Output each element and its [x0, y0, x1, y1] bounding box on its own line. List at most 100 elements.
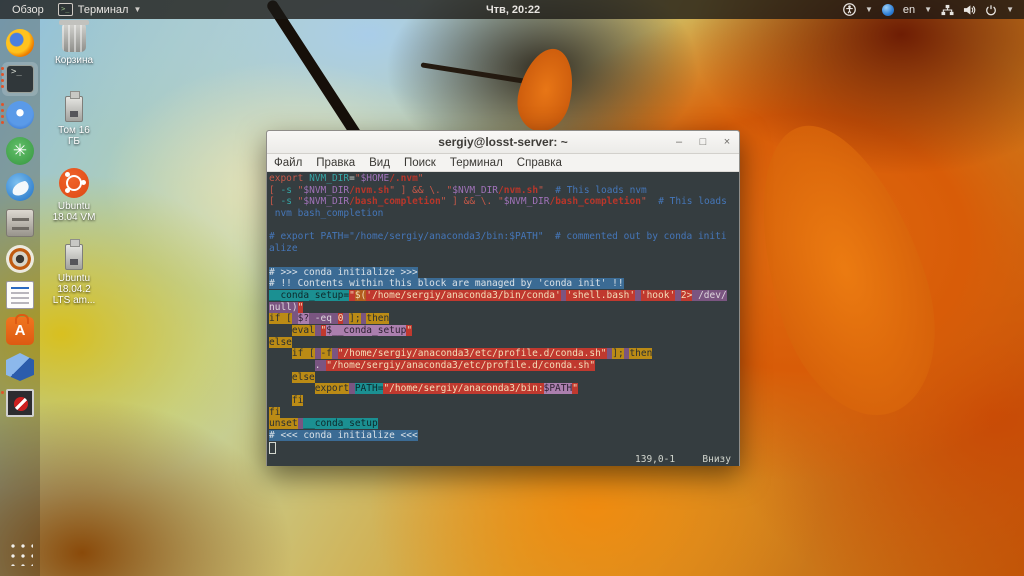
- code-segment: fi: [291, 395, 304, 407]
- code-segment: __conda_setup=: [269, 289, 350, 301]
- activities-button[interactable]: Обзор: [12, 4, 44, 16]
- code-segment: $NVM_DIR: [303, 184, 350, 196]
- dock-item-chromium[interactable]: [0, 100, 40, 134]
- terminal-line: # >>> conda initialize >>>: [269, 266, 739, 279]
- dock-item-files[interactable]: [0, 208, 40, 242]
- code-segment: $NVM_DIR: [503, 196, 550, 208]
- code-segment: $NVM_DIR: [452, 184, 499, 196]
- menu-item[interactable]: Вид: [362, 157, 397, 169]
- code-segment: $HOME: [360, 173, 390, 184]
- terminal-screen[interactable]: export NVM_DIR="$HOME/.nvm"[ -s "$NVM_DI…: [267, 172, 739, 466]
- desktop-icon-usb2[interactable]: Ubuntu 18.04.2 LTS am...: [42, 239, 106, 306]
- menu-item[interactable]: Поиск: [397, 157, 443, 169]
- code-segment: /bash_completion: [349, 196, 441, 208]
- code-segment: fi: [269, 406, 281, 418]
- dock-item-virtualbox[interactable]: [0, 352, 40, 386]
- terminal-mini-icon: >_: [57, 3, 73, 16]
- terminal-line: nvm bash_completion: [269, 208, 739, 220]
- vim-statusline: 139,0-1 Внизу: [267, 454, 739, 466]
- terminal-line: fi: [269, 406, 739, 419]
- code-segment: unset: [269, 418, 298, 430]
- code-segment: else: [269, 336, 292, 348]
- chevron-down-icon: ▼: [924, 5, 933, 14]
- dock-item-firefox[interactable]: [0, 28, 40, 62]
- code-segment: $NVM_DIR: [303, 196, 350, 208]
- anaconda-navigator-icon: ✳: [6, 137, 34, 165]
- restricted-app-icon: [6, 389, 34, 417]
- window-titlebar[interactable]: sergiy@losst-server: ~ – □ ×: [267, 131, 739, 154]
- terminal-line: # <<< conda initialize <<<: [269, 430, 739, 442]
- menu-item[interactable]: Правка: [309, 157, 362, 169]
- close-button[interactable]: ×: [721, 136, 733, 148]
- window-controls: – □ ×: [673, 131, 733, 153]
- code-segment: ": [572, 383, 578, 395]
- code-segment: export: [314, 383, 350, 395]
- code-segment: 'shell.bash': [566, 289, 636, 301]
- code-segment: then: [629, 348, 653, 360]
- menu-item[interactable]: Файл: [267, 157, 309, 169]
- dock-item-rhythmbox[interactable]: [0, 244, 40, 278]
- desktop-icon-label: 18.04.2: [57, 284, 91, 295]
- dock-item-thunderbird[interactable]: [0, 172, 40, 206]
- clock[interactable]: Чтв, 20:22: [486, 4, 540, 16]
- accessibility-icon[interactable]: [843, 3, 856, 16]
- code-segment: NVM_DIR: [309, 173, 350, 184]
- code-segment: # <<< conda initialize <<<: [269, 430, 418, 442]
- volume-icon[interactable]: [963, 4, 976, 16]
- usb-drive-icon: [65, 91, 83, 122]
- code-segment: ];: [612, 348, 624, 360]
- code-segment: ];: [349, 313, 361, 325]
- menu-item[interactable]: Справка: [510, 157, 569, 169]
- desktop-icon-usb[interactable]: Том 16 ГБ: [42, 91, 106, 147]
- code-segment: [291, 313, 298, 325]
- code-segment: # export PATH="/home/sergiy/anaconda3/bi…: [269, 231, 727, 243]
- code-segment: ": [349, 289, 355, 301]
- dock-item-restricted[interactable]: [0, 388, 40, 422]
- app-menu[interactable]: >_ Терминал ▼: [57, 3, 141, 16]
- show-applications-button[interactable]: [7, 540, 33, 566]
- network-icon[interactable]: [941, 4, 954, 16]
- autumn-leaf: [727, 104, 963, 436]
- code-segment: "/home/sergiy/anaconda3/etc/profile.d/co…: [337, 348, 607, 360]
- menu-item[interactable]: Терминал: [443, 157, 510, 169]
- dock-item-terminal[interactable]: >_: [0, 62, 40, 98]
- dock-item-anaconda[interactable]: ✳: [0, 136, 40, 170]
- code-segment: /nvm.sh: [498, 184, 539, 196]
- terminal-cursor: [269, 441, 276, 454]
- running-indicator-dots: [1, 391, 4, 394]
- dock-item-writer[interactable]: [0, 280, 40, 314]
- blue-indicator-icon[interactable]: [881, 3, 894, 16]
- code-segment: # !! Contents within this block are mana…: [269, 278, 624, 290]
- desktop-icon-trash[interactable]: Корзина: [42, 20, 106, 66]
- dock-item-software[interactable]: A: [0, 314, 40, 350]
- chevron-down-icon: ▼: [1006, 5, 1014, 14]
- file-cabinet-icon: [6, 209, 34, 237]
- power-icon[interactable]: [985, 4, 997, 16]
- thunderbird-icon: [6, 173, 34, 201]
- usb-drive-icon: [65, 239, 83, 270]
- code-segment: "/home/sergiy/anaconda3/bin:: [383, 383, 544, 395]
- code-segment: \.: [429, 184, 441, 196]
- code-segment: 2>: [680, 289, 693, 301]
- trash-icon: [59, 20, 89, 52]
- terminal-line: else: [269, 371, 739, 384]
- maximize-button[interactable]: □: [697, 136, 709, 148]
- code-segment: $?: [297, 313, 310, 325]
- code-segment: if [: [269, 313, 292, 325]
- keyboard-layout[interactable]: en: [903, 4, 915, 16]
- minimize-button[interactable]: –: [673, 136, 685, 148]
- code-segment: ": [417, 173, 424, 184]
- code-segment: else: [291, 371, 315, 383]
- code-segment: $(: [354, 289, 367, 301]
- code-segment: PATH=: [354, 383, 384, 395]
- terminal-line: if [ -f "/home/sergiy/anaconda3/etc/prof…: [269, 348, 739, 360]
- chevron-down-icon: ▼: [864, 5, 873, 14]
- desktop-icon-ubuntu-vm[interactable]: Ubuntu 18.04 VM: [42, 168, 106, 223]
- code-segment: [314, 324, 321, 336]
- terminal-line: export NVM_DIR="$HOME/.nvm": [269, 173, 739, 185]
